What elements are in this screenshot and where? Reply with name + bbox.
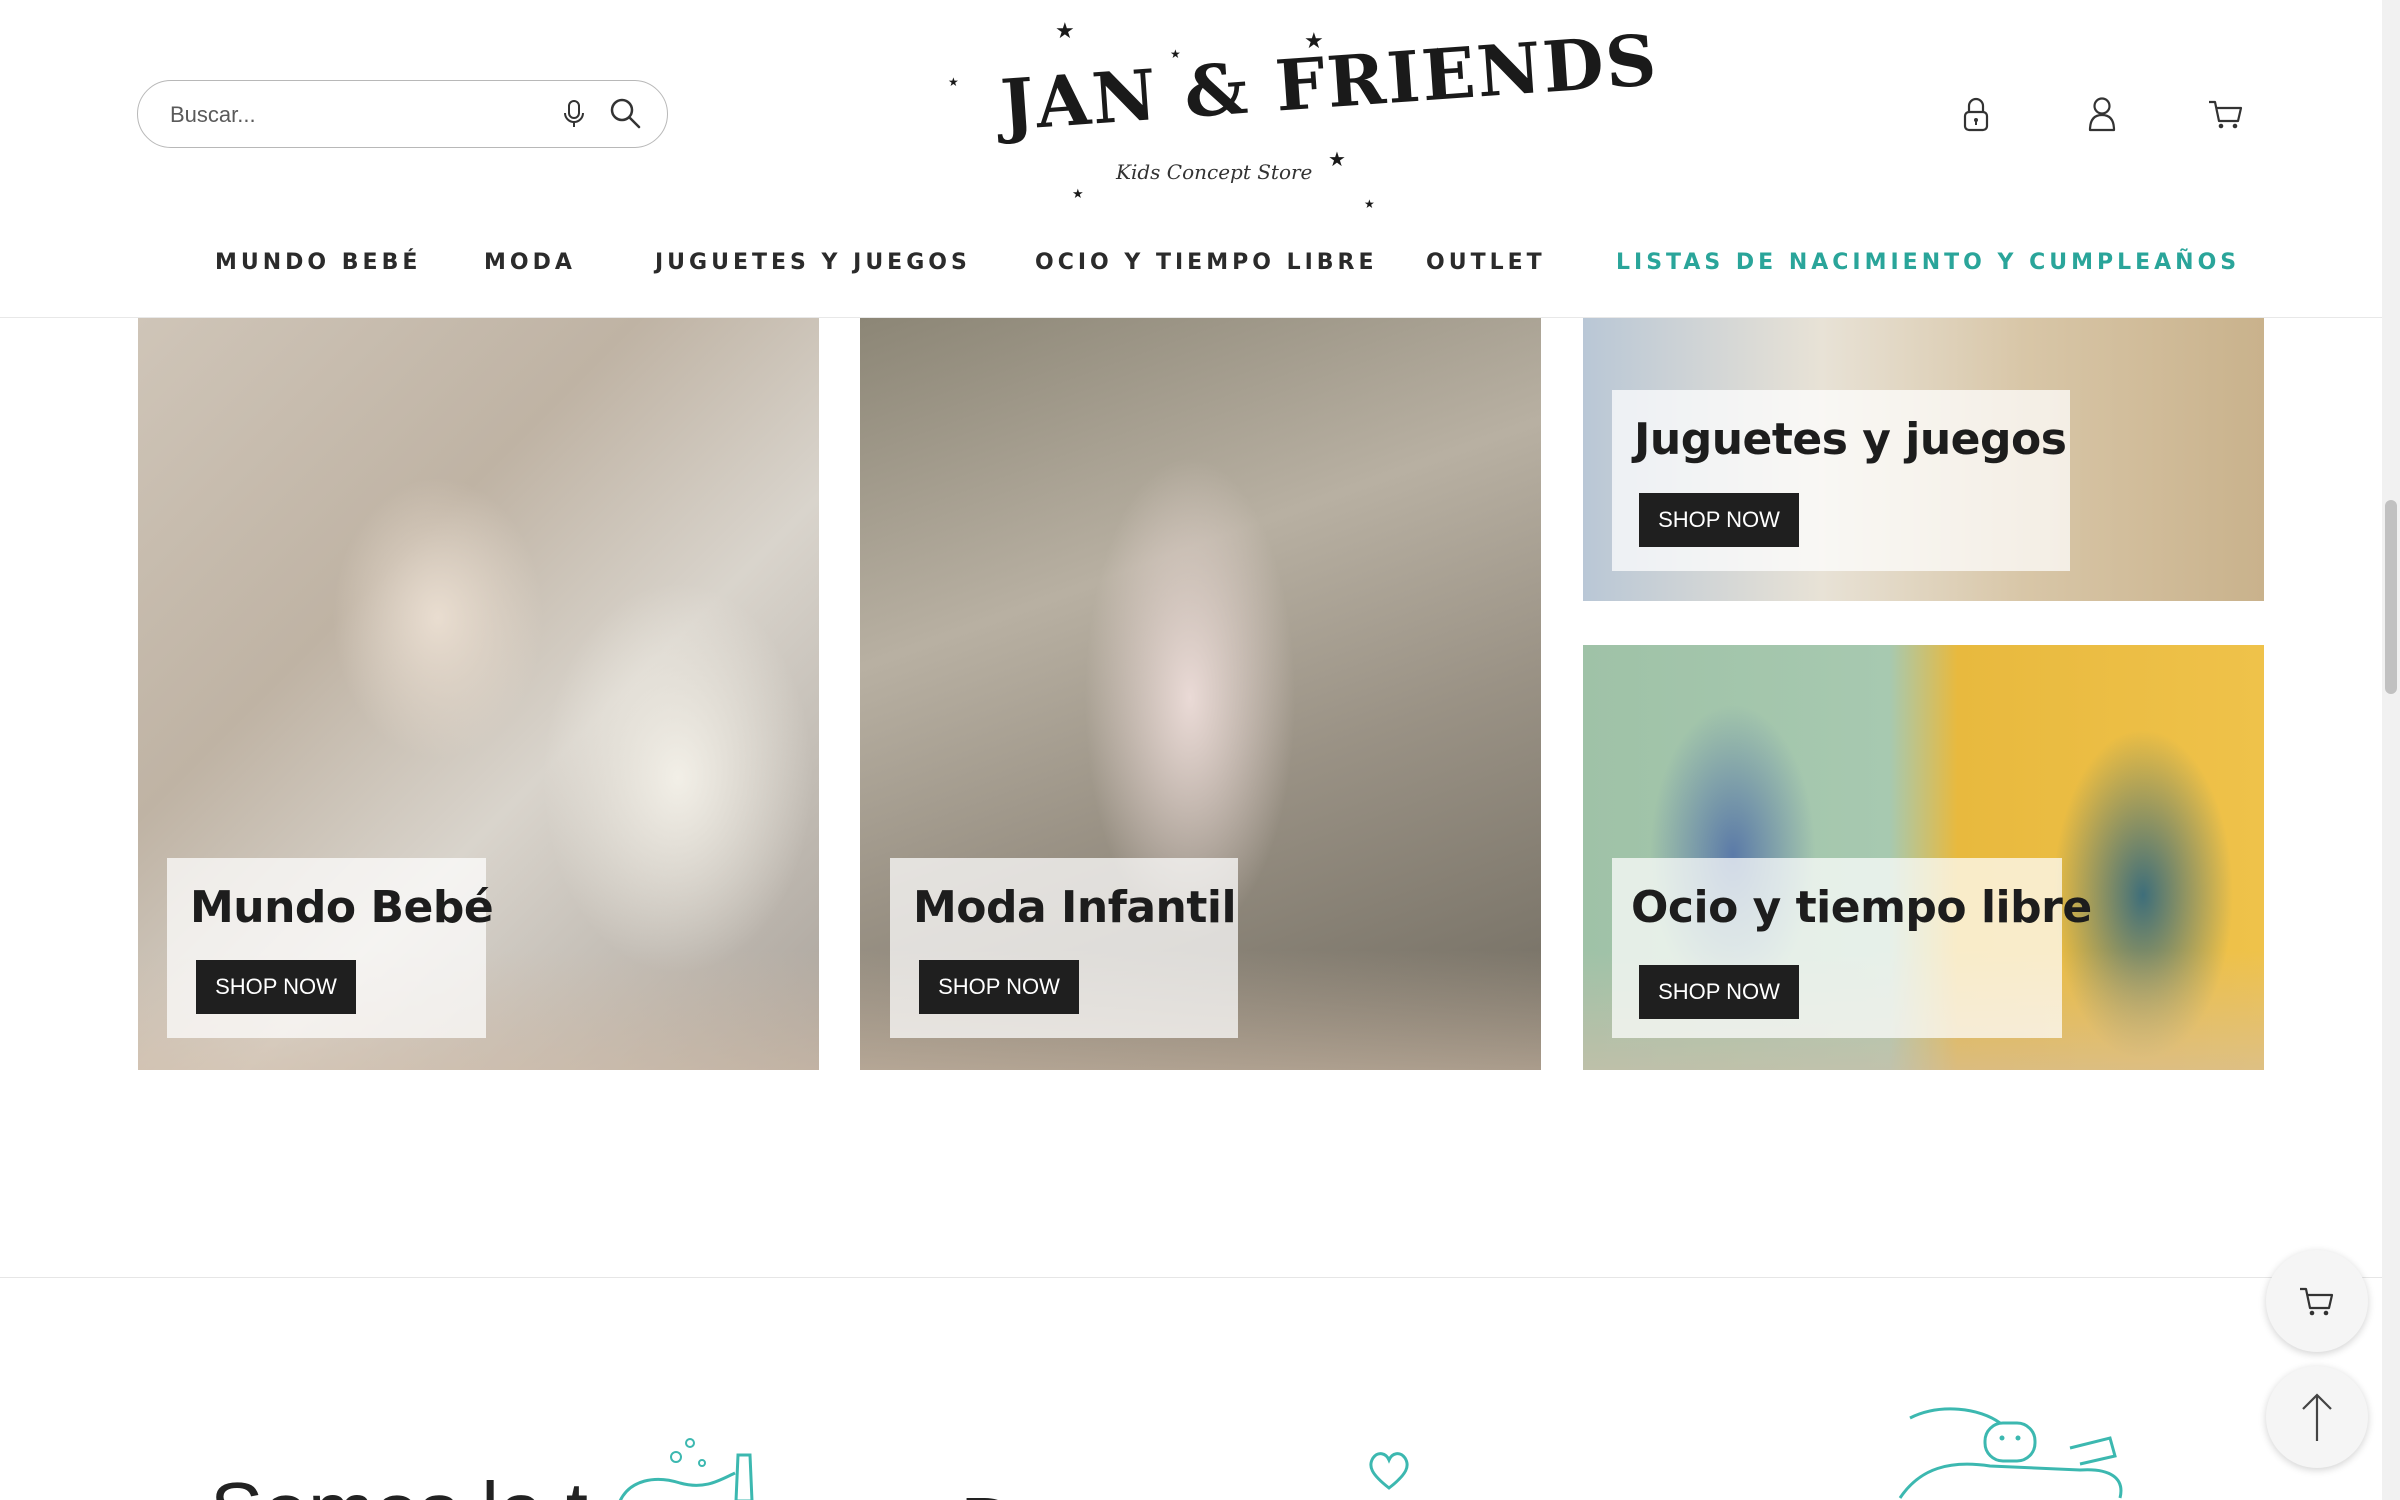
page-scrollbar[interactable]: [2382, 0, 2400, 1500]
category-title: Juguetes y juegos: [1634, 414, 2067, 465]
search-icon[interactable]: [608, 96, 642, 130]
category-title: Mundo Bebé: [190, 882, 494, 933]
lock-icon[interactable]: [1956, 94, 1996, 134]
shop-now-button[interactable]: SHOP NOW: [1639, 493, 1799, 547]
section-heading-partial-2: D: [960, 1480, 1018, 1500]
baby-bath-illustration-icon: [618, 1438, 754, 1500]
nav-item-juguetes-y-juegos[interactable]: JUGUETES Y JUEGOS: [655, 250, 971, 275]
heart-icon: [1369, 1452, 1409, 1490]
airplane-illustration-icon: [1898, 1407, 2123, 1499]
store-logo[interactable]: ★ ★ ★ ★ ★ ★ ★ ★ JAN & FRIENDS Kids Conce…: [940, 8, 1661, 213]
nav-item-mundo-bebe[interactable]: MUNDO BEBÉ: [215, 250, 421, 275]
category-tile-mundo-bebe[interactable]: Mundo Bebé SHOP NOW: [138, 318, 819, 1070]
cart-icon[interactable]: [2206, 94, 2246, 134]
category-title: Ocio y tiempo libre: [1631, 882, 2092, 933]
floating-cart-button[interactable]: [2266, 1250, 2368, 1352]
svg-text:★: ★: [1364, 197, 1375, 211]
scroll-to-top-button[interactable]: [2266, 1366, 2368, 1468]
category-tile-juguetes-y-juegos[interactable]: Juguetes y juegos SHOP NOW: [1583, 318, 2264, 601]
main-navigation: MUNDO BEBÉ MODA JUGUETES Y JUEGOS OCIO Y…: [0, 250, 2382, 290]
shop-now-button[interactable]: SHOP NOW: [919, 960, 1079, 1014]
category-tile-moda-infantil[interactable]: Moda Infantil SHOP NOW: [860, 318, 1541, 1070]
search-input[interactable]: [170, 95, 550, 135]
svg-text:★: ★: [948, 75, 959, 89]
svg-text:★: ★: [1055, 18, 1075, 43]
svg-text:★: ★: [1072, 186, 1084, 201]
category-tile-ocio-y-tiempo-libre[interactable]: Ocio y tiempo libre SHOP NOW: [1583, 645, 2264, 1070]
shop-now-button[interactable]: SHOP NOW: [196, 960, 356, 1014]
logo-tagline: Kids Concept Store: [1116, 160, 1313, 184]
microphone-icon[interactable]: [558, 98, 590, 130]
section-heading-partial: Somos la t: [210, 1465, 588, 1500]
arrow-up-icon: [2302, 1393, 2332, 1441]
nav-item-listas[interactable]: LISTAS DE NACIMIENTO Y CUMPLEAÑOS: [1616, 250, 2240, 275]
shop-now-button[interactable]: SHOP NOW: [1639, 965, 1799, 1019]
user-icon[interactable]: [2082, 94, 2122, 134]
section-divider: [0, 1277, 2382, 1278]
nav-item-moda[interactable]: MODA: [484, 250, 576, 275]
site-header: ★ ★ ★ ★ ★ ★ ★ ★ JAN & FRIENDS Kids Conce…: [0, 0, 2382, 318]
category-title: Moda Infantil: [913, 882, 1237, 933]
nav-item-ocio-y-tiempo-libre[interactable]: OCIO Y TIEMPO LIBRE: [1035, 250, 1378, 275]
scrollbar-thumb[interactable]: [2385, 500, 2397, 694]
nav-item-outlet[interactable]: OUTLET: [1426, 250, 1546, 275]
cart-icon: [2300, 1287, 2334, 1316]
svg-text:★: ★: [1328, 149, 1346, 171]
